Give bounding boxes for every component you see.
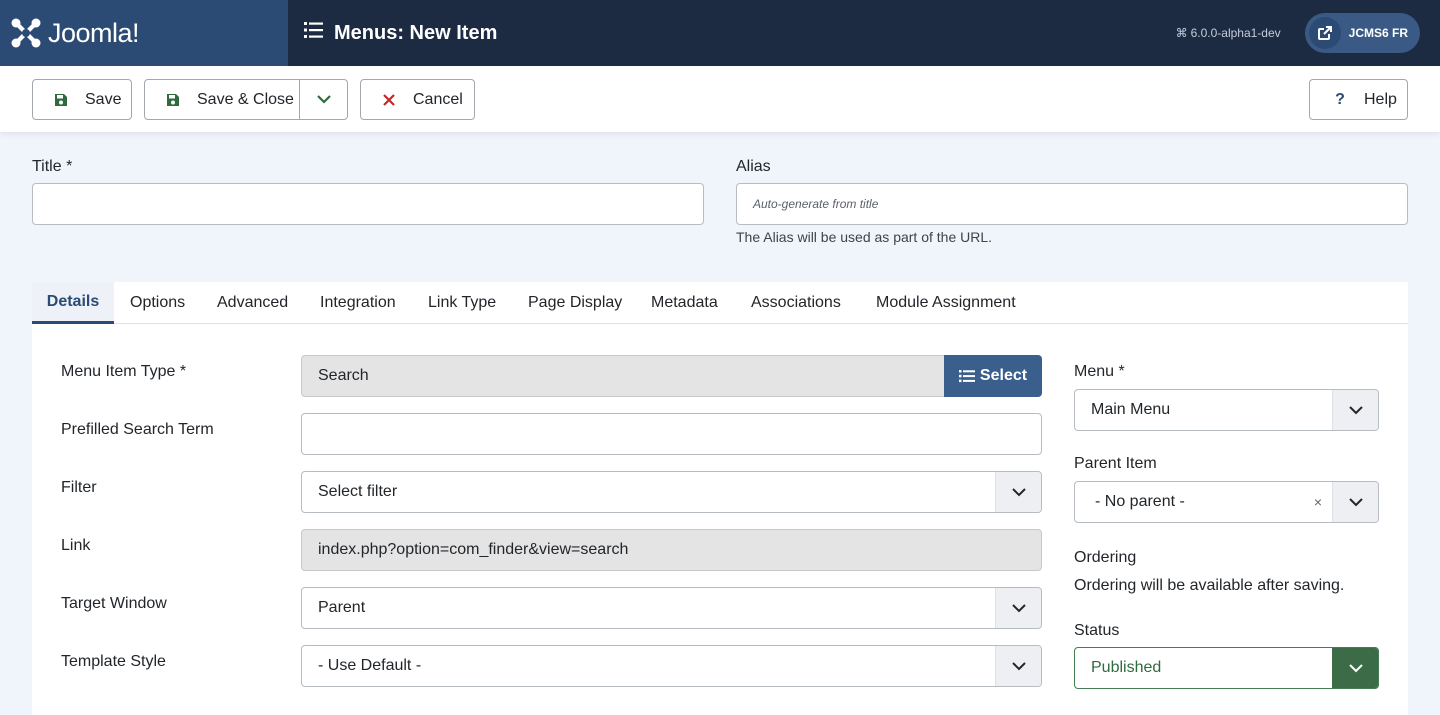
title-label: Title * — [32, 158, 73, 175]
title-input[interactable] — [32, 183, 704, 225]
joomla-small-icon: ⌘ — [1175, 26, 1188, 40]
ordering-note: Ordering will be available after saving. — [1074, 577, 1345, 594]
tab-details[interactable]: Details — [32, 282, 114, 324]
close-icon — [379, 93, 399, 106]
template-style-label: Template Style — [61, 653, 166, 670]
save-close-label: Save & Close — [197, 90, 294, 108]
toolbar: Save Save & Close Cancel ? Help — [0, 66, 1440, 132]
tab-associations[interactable]: Associations — [751, 282, 841, 324]
cancel-button[interactable]: Cancel — [360, 79, 475, 120]
filter-label: Filter — [61, 479, 97, 496]
status-select[interactable]: Published — [1074, 647, 1379, 689]
brand-name: Joomla! — [48, 17, 140, 48]
version-text: 6.0.0-alpha1-dev — [1190, 26, 1281, 40]
alias-hint: The Alias will be used as part of the UR… — [736, 229, 993, 245]
page-title-text: Menus: New Item — [334, 21, 498, 44]
tab-integration[interactable]: Integration — [320, 282, 396, 324]
header: Joomla! Menus: New Item ⌘ 6.0.0-alpha1-d… — [0, 0, 1440, 66]
target-window-select[interactable]: Parent — [301, 587, 1042, 629]
menu-label: Menu * — [1074, 363, 1125, 380]
chevron-down-icon — [1332, 648, 1378, 688]
parent-item-select[interactable]: - No parent - × — [1074, 481, 1379, 523]
clear-icon[interactable]: × — [1314, 494, 1322, 510]
cancel-label: Cancel — [413, 90, 463, 108]
save-icon — [51, 93, 71, 107]
chevron-down-icon — [995, 472, 1041, 512]
view-site-button[interactable]: JCMS6 FR — [1304, 13, 1420, 53]
chevron-down-icon — [317, 95, 331, 104]
save-label: Save — [85, 90, 122, 108]
alias-label: Alias — [736, 158, 771, 175]
tab-page-display[interactable]: Page Display — [528, 282, 622, 324]
list-icon — [958, 370, 975, 383]
question-icon: ? — [1335, 90, 1345, 108]
prefilled-search-label: Prefilled Search Term — [61, 421, 214, 438]
chevron-down-icon — [995, 646, 1041, 686]
status-label: Status — [1074, 622, 1120, 639]
link-field: index.php?option=com_finder&view=search — [301, 529, 1042, 571]
target-window-label: Target Window — [61, 595, 167, 612]
template-style-select[interactable]: - Use Default - — [301, 645, 1042, 687]
parent-item-label: Parent Item — [1074, 455, 1157, 472]
tab-link-type[interactable]: Link Type — [428, 282, 496, 324]
alias-placeholder: Auto-generate from title — [753, 197, 879, 211]
filter-select[interactable]: Select filter — [301, 471, 1042, 513]
save-options-dropdown[interactable] — [300, 80, 348, 119]
select-type-button[interactable]: Select — [944, 355, 1042, 397]
external-link-icon — [1308, 17, 1341, 49]
site-name: JCMS6 FR — [1348, 26, 1408, 40]
link-label: Link — [61, 537, 91, 554]
help-button[interactable]: ? Help — [1309, 79, 1408, 120]
joomla-logo-icon — [11, 18, 41, 48]
help-label: Help — [1364, 90, 1397, 108]
menu-item-type-label: Menu Item Type * — [61, 363, 187, 380]
save-icon — [163, 93, 183, 107]
tab-bar: Details Options Advanced Integration Lin… — [32, 282, 1408, 324]
tab-options[interactable]: Options — [130, 282, 185, 324]
chevron-down-icon — [1332, 482, 1378, 522]
tab-advanced[interactable]: Advanced — [217, 282, 288, 324]
menu-select[interactable]: Main Menu — [1074, 389, 1379, 431]
tab-module-assignment[interactable]: Module Assignment — [876, 282, 1016, 324]
chevron-down-icon — [1332, 390, 1378, 430]
list-icon — [304, 21, 324, 45]
prefilled-search-input[interactable] — [301, 413, 1042, 455]
tab-metadata[interactable]: Metadata — [651, 282, 718, 324]
save-button[interactable]: Save — [32, 79, 132, 120]
ordering-label: Ordering — [1074, 549, 1137, 566]
save-close-button[interactable]: Save & Close — [144, 79, 348, 120]
alias-input[interactable]: Auto-generate from title — [736, 183, 1408, 225]
version-info: ⌘ 6.0.0-alpha1-dev — [1176, 26, 1281, 40]
chevron-down-icon — [995, 588, 1041, 628]
joomla-logo[interactable]: Joomla! — [0, 0, 288, 66]
menu-item-type-field: Search — [301, 355, 945, 397]
page-title: Menus: New Item — [304, 21, 497, 45]
